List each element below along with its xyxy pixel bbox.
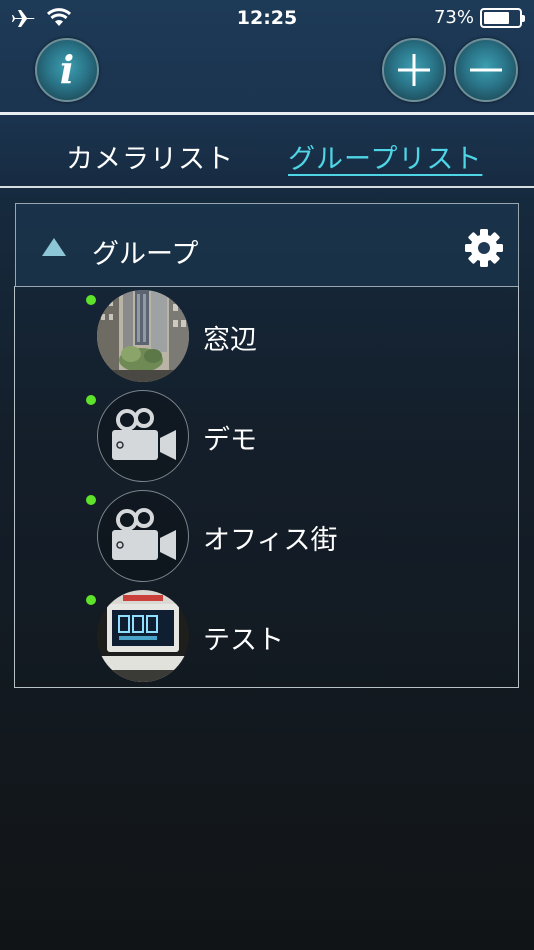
camera-thumbnail-photo xyxy=(97,590,189,682)
battery-icon xyxy=(480,7,525,28)
info-button[interactable]: i xyxy=(35,38,99,102)
gear-icon[interactable] xyxy=(464,228,504,268)
status-right: 73% xyxy=(433,7,525,28)
online-status-dot xyxy=(86,395,96,405)
battery-percent: 73% xyxy=(433,7,474,28)
video-camera-icon xyxy=(112,408,176,460)
camera-thumbnail-placeholder xyxy=(97,490,189,582)
camera-thumbnail-photo xyxy=(97,290,189,382)
clock-photo-icon xyxy=(97,590,189,682)
remove-button[interactable] xyxy=(454,38,518,102)
tab-camera-list[interactable]: カメラリスト xyxy=(66,137,234,176)
group-header[interactable]: グループ xyxy=(15,203,519,287)
battery-level xyxy=(484,11,509,24)
collapse-triangle-icon[interactable] xyxy=(42,238,66,256)
tab-bar: カメラリスト グループリスト xyxy=(0,115,534,187)
group-camera-list: 窓辺 デモ オフィス街 テスト xyxy=(14,286,519,688)
camera-thumbnail-placeholder xyxy=(97,390,189,482)
camera-row-demo[interactable]: デモ xyxy=(15,386,518,486)
camera-name: テスト xyxy=(203,625,284,656)
nav-bar: i xyxy=(0,36,534,112)
minus-icon xyxy=(470,68,502,72)
camera-row-office[interactable]: オフィス街 xyxy=(15,486,518,586)
window-view-photo-icon xyxy=(97,290,189,382)
info-icon: i xyxy=(59,47,75,92)
camera-name: オフィス街 xyxy=(203,525,338,556)
status-bar: 12:25 73% xyxy=(0,0,534,36)
camera-name: デモ xyxy=(203,425,257,456)
add-button[interactable] xyxy=(382,38,446,102)
camera-row-madobe[interactable]: 窓辺 xyxy=(15,286,518,386)
camera-row-test[interactable]: テスト xyxy=(15,586,518,686)
video-camera-icon xyxy=(112,508,176,560)
online-status-dot xyxy=(86,295,96,305)
camera-name: 窓辺 xyxy=(203,325,257,356)
online-status-dot xyxy=(86,595,96,605)
tab-divider xyxy=(0,186,534,188)
plus-icon xyxy=(398,54,430,86)
tab-group-list[interactable]: グループリスト xyxy=(288,137,482,176)
online-status-dot xyxy=(86,495,96,505)
group-title: グループ xyxy=(92,239,199,270)
